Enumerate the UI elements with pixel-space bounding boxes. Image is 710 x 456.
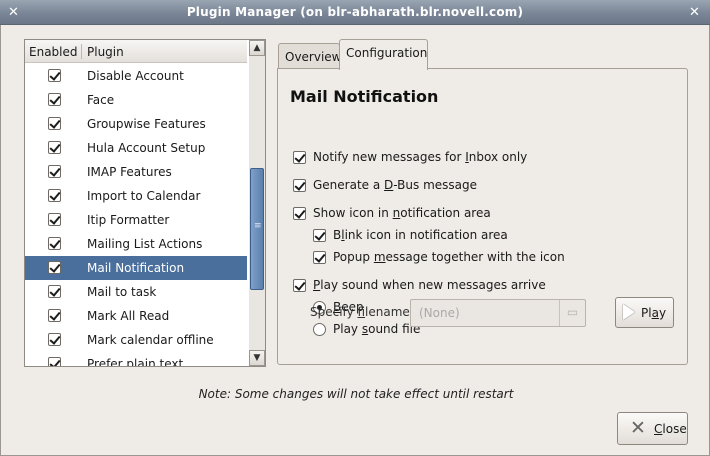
enabled-checkbox[interactable] — [48, 237, 61, 250]
scroll-thumb[interactable]: ≡ — [250, 168, 264, 290]
list-item[interactable]: Disable Account — [25, 64, 247, 88]
enabled-checkbox[interactable] — [48, 117, 61, 130]
list-item[interactable]: Mark All Read — [25, 304, 247, 328]
plugin-list[interactable]: Enabled Plugin Disable Account Face Groupw… — [24, 39, 266, 367]
configuration-panel: Mail Notification Notify new messages fo… — [277, 68, 688, 365]
plugin-name: Mailing List Actions — [87, 237, 203, 251]
title-bar[interactable]: ✕ Plugin Manager (on blr-abharath.blr.no… — [0, 0, 710, 25]
checkbox-checked-icon — [293, 279, 306, 292]
enabled-checkbox[interactable] — [48, 93, 61, 106]
list-item[interactable]: Mail Notification — [25, 256, 247, 280]
column-plugin[interactable]: Plugin — [87, 45, 124, 59]
restart-note: Note: Some changes will not take effect … — [198, 387, 514, 401]
list-item[interactable]: Groupwise Features — [25, 112, 247, 136]
list-item[interactable]: Import to Calendar — [25, 184, 247, 208]
enabled-checkbox[interactable] — [48, 165, 61, 178]
plugin-title: Mail Notification — [290, 87, 439, 106]
plugin-name: Disable Account — [87, 69, 184, 83]
window-close-icon[interactable]: ✕ — [687, 5, 702, 20]
plugin-name: Groupwise Features — [87, 117, 206, 131]
scroll-down-button[interactable]: ▼ — [249, 350, 265, 366]
plugin-manager-window: Enabled Plugin Disable Account Face Groupw… — [0, 25, 710, 456]
checkbox-checked-icon — [313, 251, 326, 264]
plugin-name: Mail Notification — [87, 261, 185, 275]
plugin-name: Import to Calendar — [87, 189, 201, 203]
enabled-checkbox[interactable] — [48, 261, 61, 274]
plugin-name: Mark calendar offline — [87, 333, 214, 347]
list-item[interactable]: Mailing List Actions — [25, 232, 247, 256]
plugin-list-scrollbar[interactable]: ▲ ≡ ▼ — [249, 39, 266, 367]
list-item[interactable]: Mark calendar offline — [25, 328, 247, 352]
checkbox-checked-icon — [293, 207, 306, 220]
enabled-checkbox[interactable] — [48, 309, 61, 322]
checkbox-checked-icon — [293, 151, 306, 164]
list-item[interactable]: Hula Account Setup — [25, 136, 247, 160]
tab-configuration[interactable]: Configuration — [339, 39, 428, 70]
enabled-checkbox[interactable] — [48, 285, 61, 298]
plugin-name: Mark All Read — [87, 309, 170, 323]
enabled-checkbox[interactable] — [48, 189, 61, 202]
close-button[interactable]: ✕ Close — [617, 412, 688, 445]
plugin-name: Hula Account Setup — [87, 141, 206, 155]
list-item[interactable]: IMAP Features — [25, 160, 247, 184]
plugin-rows: Disable Account Face Groupwise Features Hul… — [25, 64, 247, 366]
enabled-checkbox[interactable] — [48, 69, 61, 82]
plugin-list-header: Enabled Plugin — [25, 40, 247, 63]
plugin-name: Prefer plain text — [87, 357, 184, 366]
list-item[interactable]: Face — [25, 88, 247, 112]
plugin-name: Face — [87, 93, 115, 107]
scroll-up-button[interactable]: ▲ — [249, 40, 265, 56]
filename-label: Specify filename: — [310, 305, 414, 319]
plugin-name: IMAP Features — [87, 165, 172, 179]
window-title: Plugin Manager (on blr-abharath.blr.nove… — [186, 5, 524, 19]
list-item[interactable]: Mail to task — [25, 280, 247, 304]
radio-unselected-icon — [313, 323, 326, 336]
tab-overview[interactable]: Overview — [278, 43, 342, 69]
plugin-name: Mail to task — [87, 285, 157, 299]
play-icon — [623, 304, 635, 320]
enabled-checkbox[interactable] — [48, 141, 61, 154]
play-button[interactable]: Play — [615, 297, 674, 328]
enabled-checkbox[interactable] — [48, 213, 61, 226]
list-item[interactable]: Itip Formatter — [25, 208, 247, 232]
folder-icon[interactable]: ▭ — [559, 300, 585, 326]
filename-value: (None) — [419, 306, 460, 320]
x-icon: ✕ — [630, 417, 646, 439]
filename-chooser[interactable]: (None) ▭ — [410, 299, 586, 327]
checkbox-checked-icon — [313, 229, 326, 242]
list-item[interactable]: Prefer plain text — [25, 352, 247, 366]
plugin-name: Itip Formatter — [87, 213, 170, 227]
checkbox-checked-icon — [293, 179, 306, 192]
enabled-checkbox[interactable] — [48, 357, 61, 366]
column-enabled[interactable]: Enabled — [29, 45, 78, 59]
enabled-checkbox[interactable] — [48, 333, 61, 346]
